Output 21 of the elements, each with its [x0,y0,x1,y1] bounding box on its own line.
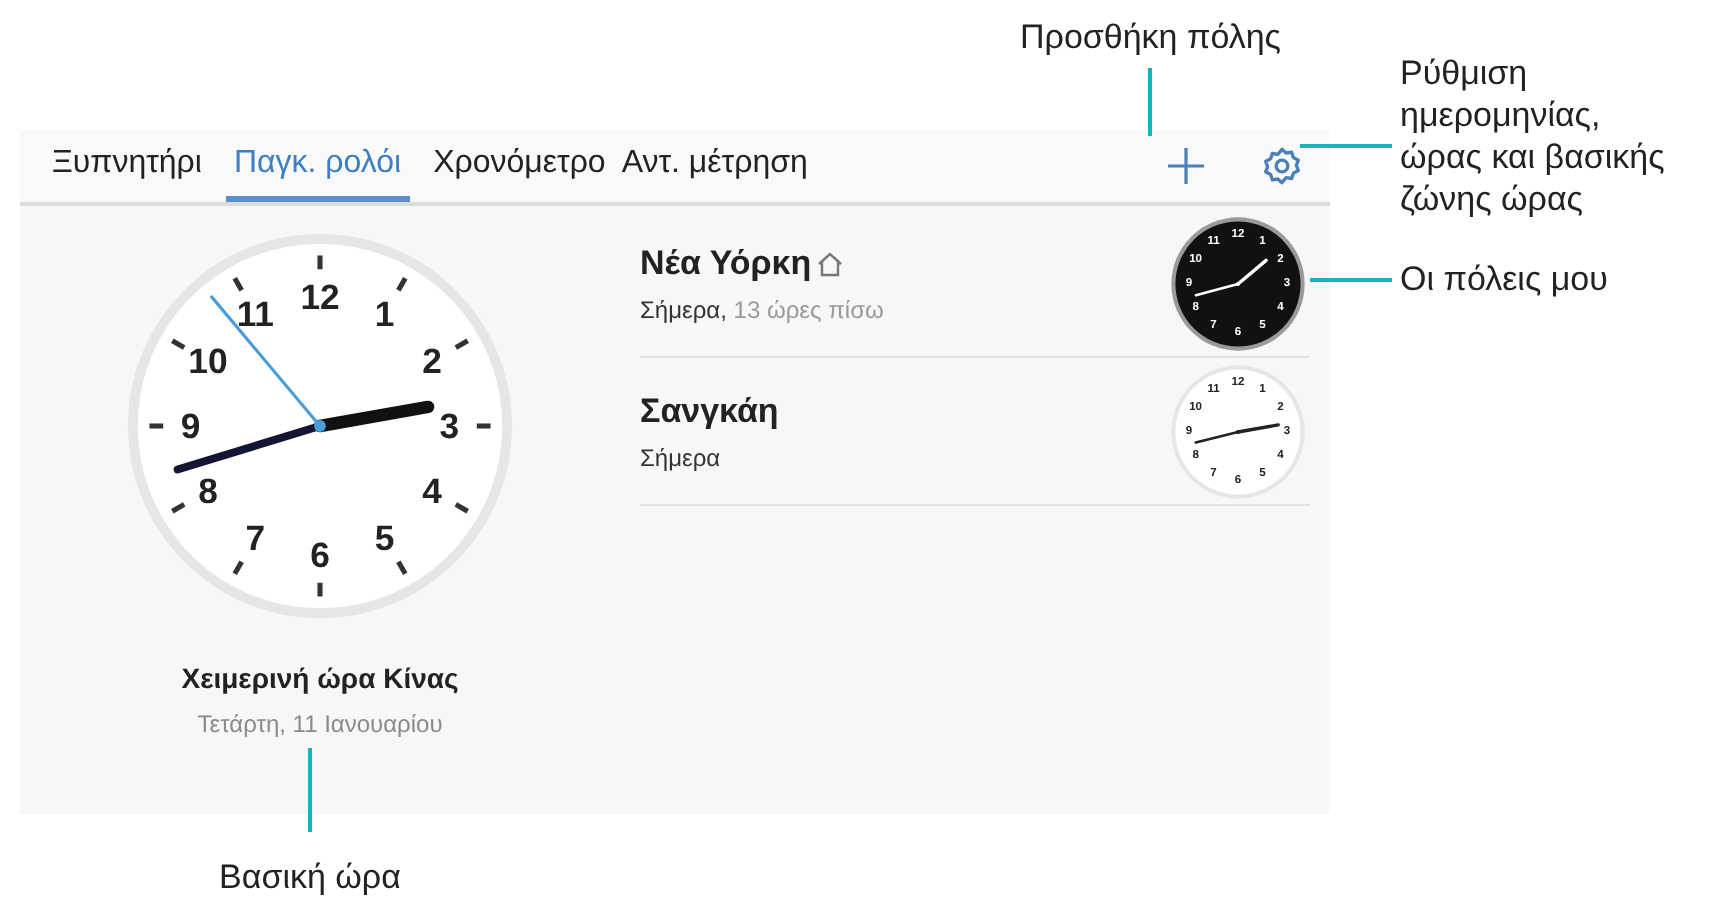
date-text: Τετάρτη, 11 Ιανουαρίου [197,708,443,742]
tab[interactable]: Αντ. μέτρηση [613,130,816,202]
leader-line [308,748,312,832]
plus-icon [1166,146,1206,186]
city-name: Σανγκάη [640,389,779,434]
city-subtitle: Σήμερα [640,442,723,477]
tab[interactable]: Χρονόμετρο [425,130,614,202]
leader-line [1300,144,1392,148]
callout-label: Οι πόλεις μου [1398,258,1608,302]
tab[interactable]: Ξυπνητήρι [44,130,210,202]
settings-icon [1262,146,1302,186]
time-zone-name: Χειμερινή ώρα Κίνας [181,660,459,698]
callout-label: Βασική ώρα [219,856,401,900]
leader-line [1148,68,1153,136]
tab[interactable]: Παγκ. ρολόι [225,130,410,202]
callout-label: Προσθήκη πόλης [1020,16,1281,60]
leader-line [1310,278,1392,282]
callout-label: Ρύθμιση ημερομηνίας, ώρας και βασικής ζώνης ώρας [1398,52,1667,220]
city-subtitle: Σήμερα, 13 ώρες πίσω [640,294,886,329]
city-name: Νέα Υόρκη [640,241,812,286]
analog-clock: 11 12 1 10 2 9 3 8 4 7 6 5 [124,230,516,622]
